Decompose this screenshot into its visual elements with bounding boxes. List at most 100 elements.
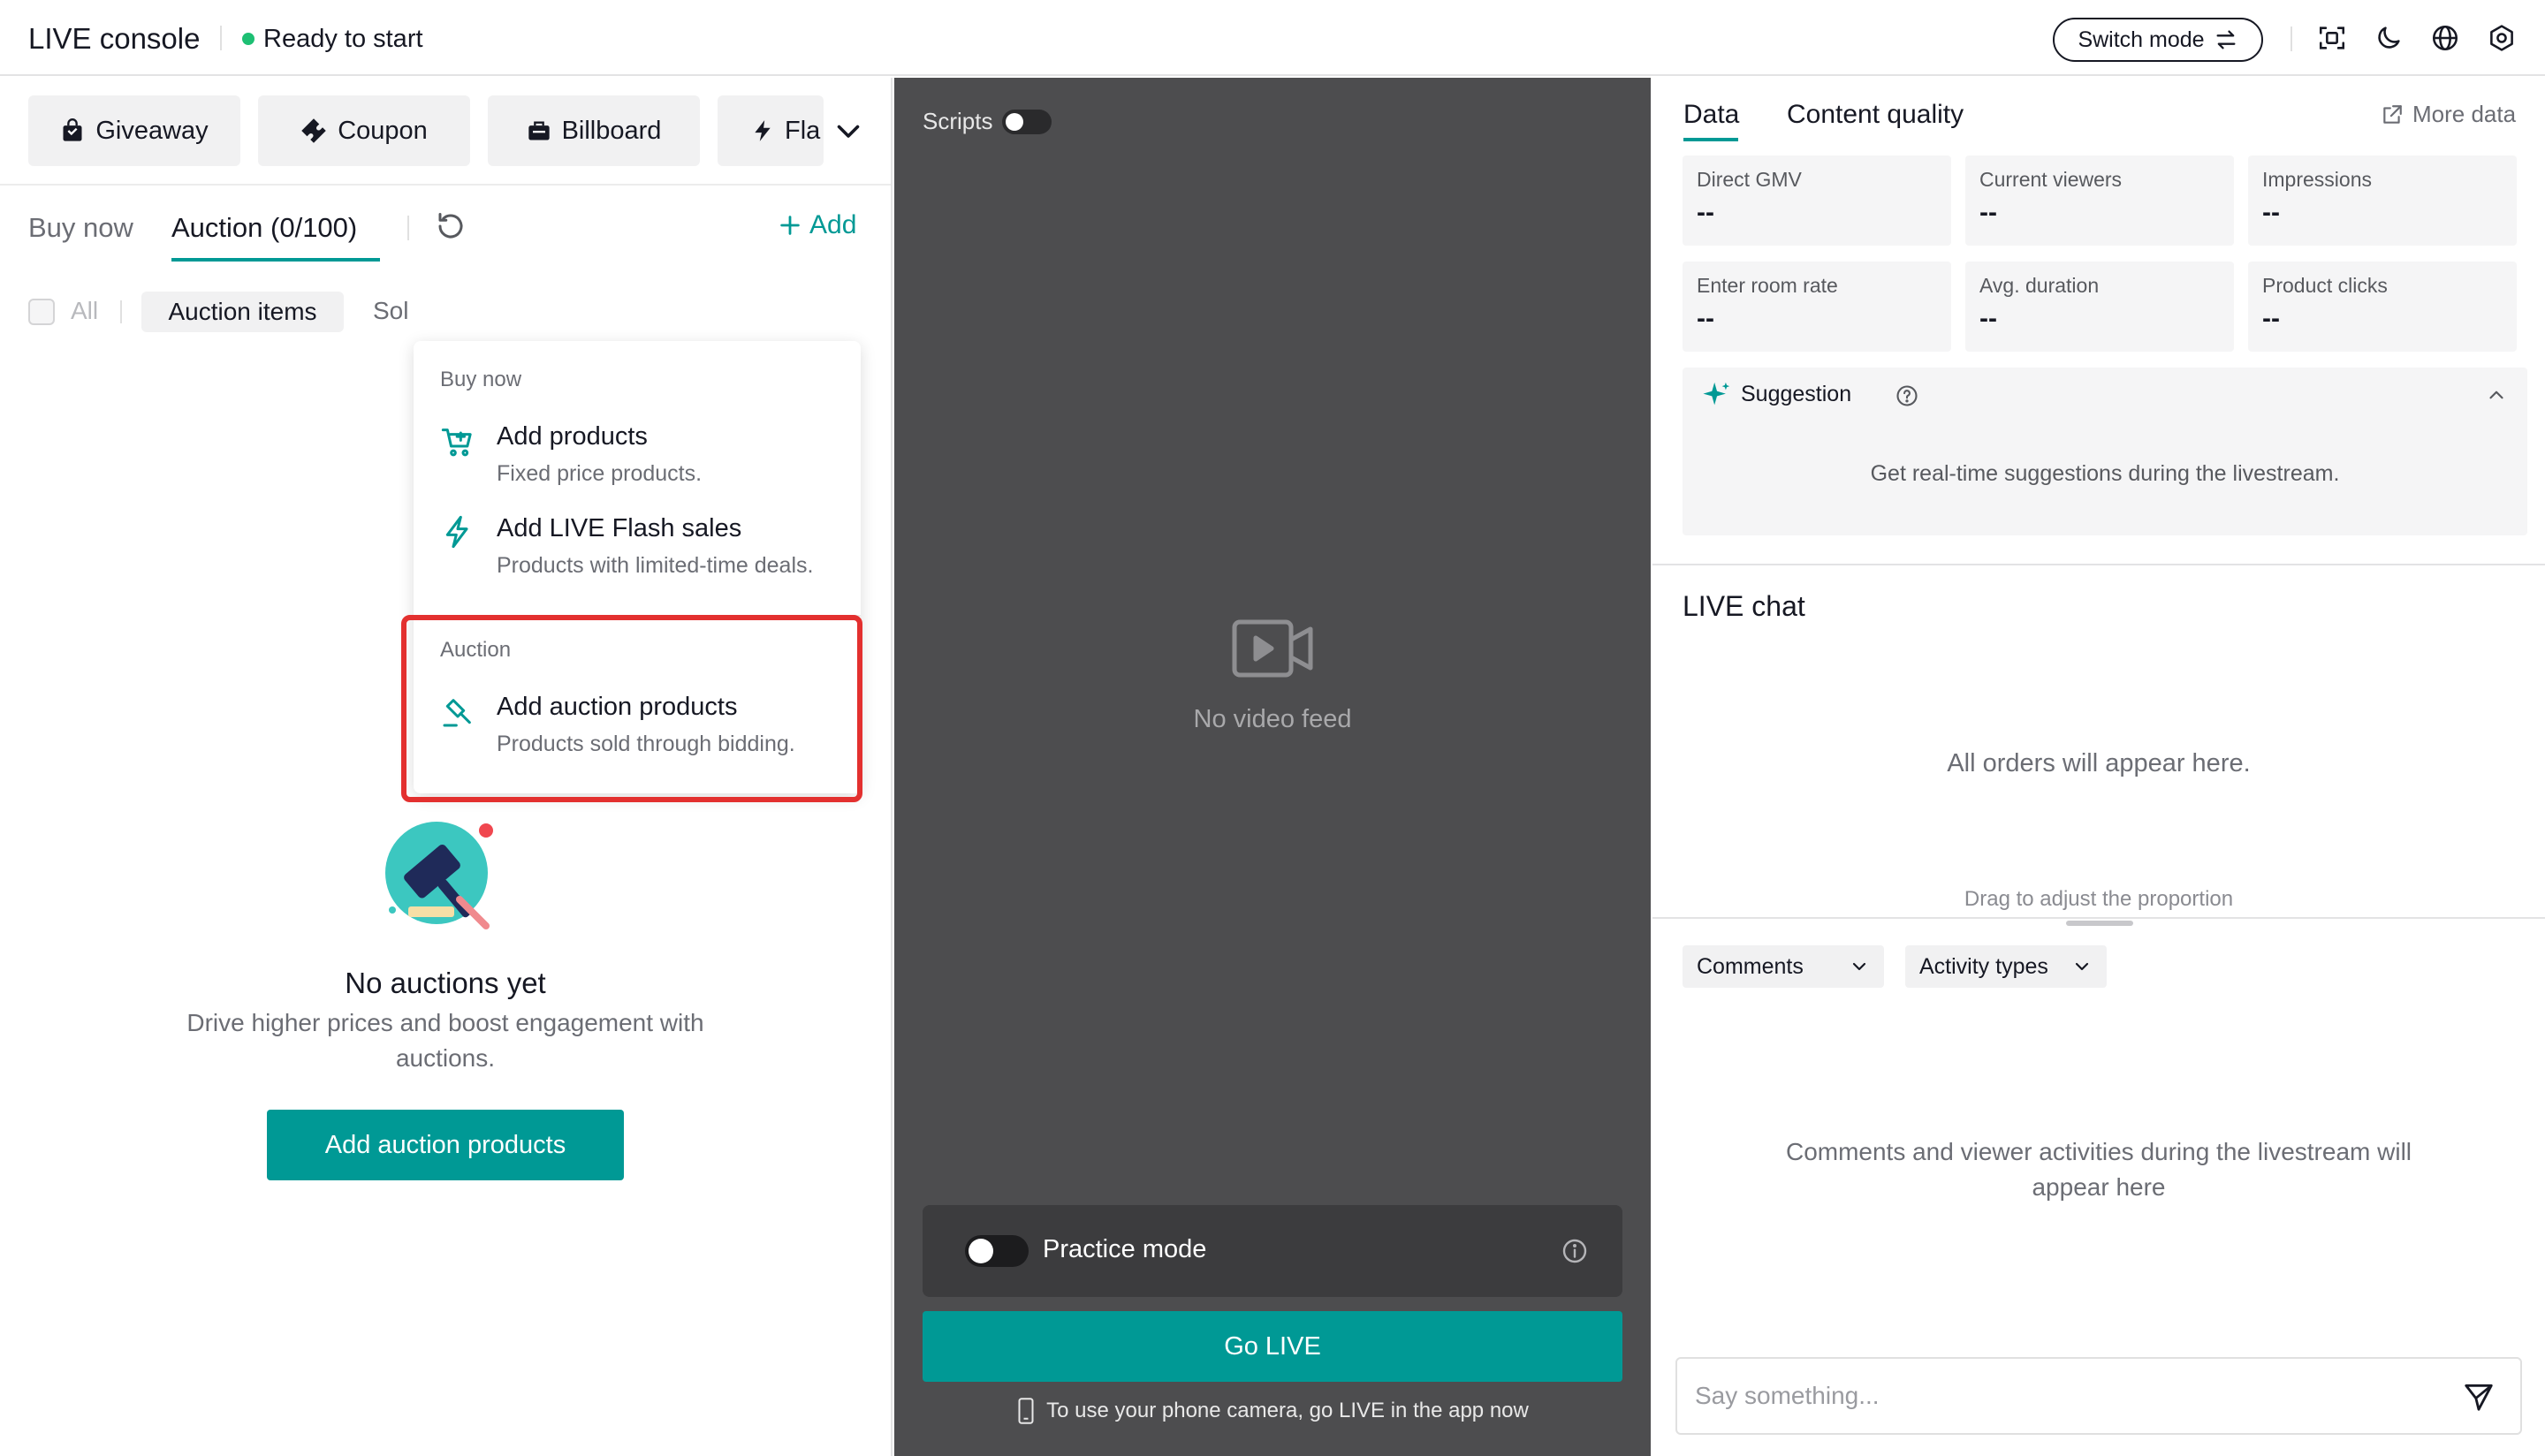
title-divider xyxy=(220,26,222,50)
tab-auction[interactable]: Auction (0/100) xyxy=(171,210,357,246)
menu-add-flash-sales[interactable]: Add LIVE Flash sales xyxy=(497,514,741,543)
no-video-text: No video feed xyxy=(1193,705,1352,733)
metric-value: -- xyxy=(1697,304,1714,333)
flash-sale-label: Fla xyxy=(785,116,821,145)
empty-state-title: No auctions yet xyxy=(345,967,546,999)
help-icon[interactable] xyxy=(1895,383,1919,408)
metric-value: -- xyxy=(1697,198,1714,227)
metric-label: Enter room rate xyxy=(1697,274,1838,297)
flash-sale-icon xyxy=(445,515,468,549)
comments-placeholder: Comments and viewer activities during th… xyxy=(1785,1138,2412,1201)
coupon-label: Coupon xyxy=(338,116,428,145)
cart-plus-icon xyxy=(441,428,472,457)
switch-mode-button[interactable]: Switch mode xyxy=(2053,18,2263,62)
chevron-down-icon[interactable] xyxy=(832,115,864,147)
menu-add-products-desc: Fixed price products. xyxy=(497,461,703,486)
billboard-icon xyxy=(528,121,550,140)
status-text: Ready to start xyxy=(263,25,423,53)
add-auction-products-button[interactable]: Add auction products xyxy=(267,1110,624,1180)
add-label: Add xyxy=(809,210,857,239)
app-title: LIVE console xyxy=(28,22,201,55)
metric-value: -- xyxy=(2262,304,2280,333)
tab-data[interactable]: Data xyxy=(1683,97,1739,133)
billboard-button[interactable]: Billboard xyxy=(488,95,700,166)
tab-content-quality[interactable]: Content quality xyxy=(1787,97,1964,133)
fullscreen-icon[interactable] xyxy=(2317,23,2347,53)
giveaway-label: Giveaway xyxy=(95,116,209,145)
auction-gavel-illustration xyxy=(385,822,493,929)
toolbar-divider xyxy=(0,184,891,186)
metric-value: -- xyxy=(2262,198,2280,227)
scripts-label: Scripts xyxy=(923,108,993,134)
resize-handle[interactable] xyxy=(2066,921,2133,926)
metric-card: Enter room rate -- xyxy=(1683,262,1951,352)
filter-divider xyxy=(120,300,122,323)
scripts-toggle[interactable] xyxy=(1002,110,1052,134)
chevron-up-icon[interactable] xyxy=(2485,383,2508,406)
metric-card: Direct GMV -- xyxy=(1683,155,1951,246)
metric-label: Product clicks xyxy=(2262,274,2388,297)
tab-buy-now[interactable]: Buy now xyxy=(28,210,133,246)
chat-input[interactable] xyxy=(1695,1376,2420,1415)
activity-types-select[interactable]: Activity types xyxy=(1905,945,2107,988)
phone-icon xyxy=(1018,1398,1034,1424)
filter-auction-items[interactable]: Auction items xyxy=(141,292,344,332)
tab-divider xyxy=(407,216,409,240)
send-icon[interactable] xyxy=(2462,1380,2496,1414)
filter-sold[interactable]: Sol xyxy=(373,297,412,325)
top-bar: LIVE console Ready to start Switch mode xyxy=(0,0,2545,76)
more-data-link[interactable]: More data xyxy=(2381,101,2516,128)
active-tab-indicator xyxy=(171,258,380,262)
lightning-icon xyxy=(755,120,771,141)
select-all-label: All xyxy=(71,297,99,324)
external-link-icon xyxy=(2383,104,2402,124)
suggestion-title: Suggestion xyxy=(1741,382,1852,406)
add-button[interactable]: Add xyxy=(778,210,856,240)
chevron-down-icon xyxy=(2075,962,2089,971)
swap-arrows-icon xyxy=(2216,30,2236,49)
metric-label: Avg. duration xyxy=(1979,274,2100,297)
section-divider xyxy=(1652,564,2545,565)
billboard-label: Billboard xyxy=(561,116,662,145)
resize-divider xyxy=(1652,917,2545,919)
active-tab-indicator xyxy=(1683,138,1738,141)
metric-label: Direct GMV xyxy=(1697,168,1802,191)
comments-select-value: Comments xyxy=(1697,953,1804,979)
comments-select[interactable]: Comments xyxy=(1683,945,1884,988)
info-icon[interactable] xyxy=(1561,1237,1589,1265)
menu-add-products[interactable]: Add products xyxy=(497,422,648,451)
chevron-down-icon xyxy=(1852,962,1866,971)
moon-icon[interactable] xyxy=(2374,23,2404,53)
refresh-icon[interactable] xyxy=(435,210,467,242)
drag-hint: Drag to adjust the proportion xyxy=(1964,887,2234,911)
metric-card: Impressions -- xyxy=(2248,155,2517,246)
data-chat-panel: Data Content quality More data Direct GM… xyxy=(1652,78,2545,1456)
more-data-label: More data xyxy=(2412,101,2517,127)
flash-sale-button[interactable]: Fla xyxy=(718,95,824,166)
select-all-checkbox[interactable] xyxy=(28,299,55,325)
suggestion-card: Suggestion Get real-time suggestions dur… xyxy=(1683,368,2527,535)
metric-label: Current viewers xyxy=(1979,168,2123,191)
phone-hint-text: To use your phone camera, go LIVE in the… xyxy=(1046,1399,1529,1422)
metric-value: -- xyxy=(1979,304,1997,333)
coupon-button[interactable]: Coupon xyxy=(258,95,470,166)
suggestion-text: Get real-time suggestions during the liv… xyxy=(1870,461,2340,486)
live-chat-title: LIVE chat xyxy=(1683,590,1805,622)
video-camera-icon xyxy=(1232,619,1313,678)
empty-state-description: Drive higher prices and boost engagement… xyxy=(186,1009,704,1072)
metric-card: Avg. duration -- xyxy=(1965,262,2234,352)
giveaway-button[interactable]: Giveaway xyxy=(28,95,240,166)
metric-card: Current viewers -- xyxy=(1965,155,2234,246)
practice-mode-toggle[interactable] xyxy=(965,1235,1029,1267)
gift-bag-icon xyxy=(63,118,82,141)
product-panel: Giveaway Coupon Billboard Fla Buy now Au… xyxy=(0,78,893,1456)
highlight-annotation xyxy=(401,615,862,802)
menu-section-buy-now: Buy now xyxy=(440,368,522,391)
globe-icon[interactable] xyxy=(2430,23,2460,53)
status-dot xyxy=(242,33,254,45)
go-live-button[interactable]: Go LIVE xyxy=(923,1311,1622,1382)
video-preview-panel: Scripts No video feed Practice mode Go L… xyxy=(894,78,1651,1456)
coupon-icon xyxy=(301,118,326,143)
orders-placeholder: All orders will appear here. xyxy=(1947,749,2251,777)
settings-icon[interactable] xyxy=(2487,23,2517,53)
